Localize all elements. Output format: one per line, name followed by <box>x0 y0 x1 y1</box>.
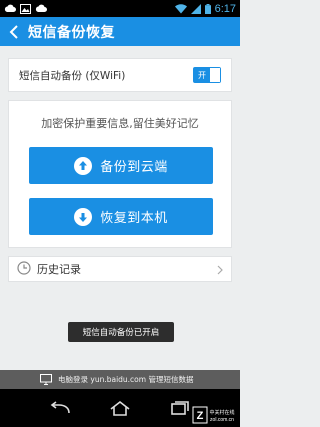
upload-icon <box>74 156 93 175</box>
chevron-left-icon <box>9 24 18 39</box>
recents-icon <box>171 401 189 415</box>
auto-backup-toggle[interactable]: 开 <box>193 67 221 83</box>
cloud-icon <box>4 0 16 18</box>
nav-back-button[interactable] <box>45 396 75 420</box>
footer-bar: 电脑登录 yun.baidu.com 管理短信数据 <box>0 370 240 389</box>
restore-button-label: 恢复到本机 <box>100 211 168 226</box>
auto-backup-label: 短信自动备份 (仅WiFi) <box>19 69 126 82</box>
home-icon <box>110 400 130 416</box>
nav-home-button[interactable] <box>105 396 135 420</box>
download-icon <box>74 207 93 226</box>
app-bar: 短信备份恢复 <box>0 17 240 46</box>
notification-icons <box>4 0 47 18</box>
backup-actions-card: 加密保护重要信息,留住美好记忆 备份到云端 恢复到本机 <box>8 100 232 248</box>
image-icon <box>20 0 31 18</box>
tagline: 加密保护重要信息,留住美好记忆 <box>41 117 199 130</box>
footer-text: 电脑登录 yun.baidu.com 管理短信数据 <box>58 375 194 384</box>
toggle-off-area <box>210 68 220 82</box>
toggle-on-label: 开 <box>194 68 210 82</box>
wifi-icon <box>174 0 187 18</box>
svg-text:Z: Z <box>197 410 204 422</box>
nav-recents-button[interactable] <box>165 396 195 420</box>
backup-button-label: 备份到云端 <box>100 160 168 175</box>
history-row[interactable]: 历史记录 <box>8 256 232 282</box>
chevron-right-icon <box>217 260 223 279</box>
battery-icon <box>204 0 211 18</box>
clock: 6:17 <box>214 2 236 15</box>
monitor-icon <box>40 370 52 389</box>
back-arrow-icon <box>50 401 70 414</box>
toast-message: 短信自动备份已开启 <box>68 322 174 342</box>
system-status-icons: 6:17 <box>174 0 236 18</box>
status-bar: 6:17 <box>0 0 240 17</box>
svg-text:zol.com.cn: zol.com.cn <box>210 417 234 423</box>
restore-to-device-button[interactable]: 恢复到本机 <box>29 198 213 235</box>
auto-backup-setting: 短信自动备份 (仅WiFi) 开 <box>8 58 232 92</box>
svg-text:中关村在线: 中关村在线 <box>209 409 234 416</box>
signal-icon <box>190 0 201 18</box>
page-title: 短信备份恢复 <box>28 24 115 41</box>
history-label: 历史记录 <box>37 263 81 276</box>
back-button[interactable] <box>0 17 28 46</box>
cloud-icon <box>35 0 47 18</box>
backup-to-cloud-button[interactable]: 备份到云端 <box>29 147 213 184</box>
clock-icon <box>17 260 31 279</box>
zol-watermark-logo: Z 中关村在线 zol.com.cn <box>192 406 235 424</box>
